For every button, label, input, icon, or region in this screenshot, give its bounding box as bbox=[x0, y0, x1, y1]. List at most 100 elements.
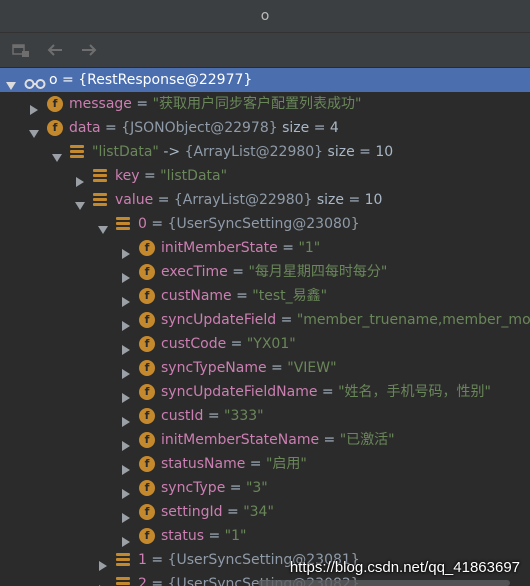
tree-row-text: o = {RestResponse@22977} bbox=[49, 68, 252, 92]
collapse-arrow-icon[interactable] bbox=[6, 75, 16, 90]
operator: = bbox=[226, 336, 247, 352]
expand-arrow-icon[interactable] bbox=[121, 243, 131, 259]
expand-arrow-icon[interactable] bbox=[29, 99, 39, 115]
variable-value: "姓名，手机号码，性别" bbox=[338, 384, 491, 400]
tree-row-text: syncUpdateFieldName = "姓名，手机号码，性别" bbox=[161, 380, 491, 404]
tree-row[interactable]: value = {ArrayList@22980} size = 10 bbox=[0, 188, 530, 212]
collapse-arrow-icon[interactable] bbox=[52, 147, 62, 162]
tree-row[interactable]: f syncType = "3" bbox=[0, 476, 530, 500]
variable-value: "listData" bbox=[160, 168, 228, 184]
tree-row[interactable]: f syncUpdateField = "member_truename,memb… bbox=[0, 308, 530, 332]
tree-row[interactable]: f settingId = "34" bbox=[0, 500, 530, 524]
collapse-arrow-icon[interactable] bbox=[98, 219, 108, 234]
variable-type: {ArrayList@22980} bbox=[173, 192, 313, 208]
tree-row-text: value = {ArrayList@22980} size = 10 bbox=[115, 188, 382, 212]
list-item-icon bbox=[116, 577, 130, 586]
tree-row[interactable]: f custCode = "YX01" bbox=[0, 332, 530, 356]
variable-name: "listData" bbox=[92, 144, 159, 160]
tree-row[interactable]: f custName = "test_易鑫" bbox=[0, 284, 530, 308]
operator: = bbox=[231, 288, 253, 304]
variable-name: initMemberStateName bbox=[161, 432, 320, 448]
operator: = bbox=[146, 576, 168, 586]
variable-value: "1" bbox=[224, 528, 247, 544]
restore-layout-icon[interactable] bbox=[10, 39, 32, 61]
variable-name: key bbox=[115, 168, 140, 184]
back-arrow-icon[interactable] bbox=[44, 39, 66, 61]
expand-arrow-icon[interactable] bbox=[121, 483, 131, 499]
expand-arrow-icon[interactable] bbox=[121, 267, 131, 283]
field-icon: f bbox=[139, 240, 155, 256]
variables-tree[interactable]: o = {RestResponse@22977} f message = "获取用户… bbox=[0, 67, 530, 586]
collection-size: size = 10 bbox=[323, 144, 394, 160]
tree-row[interactable]: key = "listData" bbox=[0, 164, 530, 188]
field-icon: f bbox=[139, 528, 155, 544]
tree-row[interactable]: f message = "获取用户同步客户配置列表成功" bbox=[0, 92, 530, 116]
tree-row[interactable]: f data = {JSONObject@22978} size = 4 bbox=[0, 116, 530, 140]
horizontal-scrollbar[interactable] bbox=[258, 580, 510, 586]
tree-row-text: initMemberState = "1" bbox=[161, 236, 320, 260]
operator: = bbox=[146, 216, 168, 232]
field-icon: f bbox=[139, 408, 155, 424]
tree-row[interactable]: f statusName = "启用" bbox=[0, 452, 530, 476]
expand-arrow-icon[interactable] bbox=[121, 435, 131, 451]
expand-arrow-icon[interactable] bbox=[121, 315, 131, 331]
variable-name: message bbox=[69, 96, 132, 112]
variable-name: data bbox=[69, 120, 101, 136]
list-item-icon bbox=[93, 193, 107, 207]
field-icon: f bbox=[139, 456, 155, 472]
operator: = bbox=[227, 264, 249, 280]
variable-name: status bbox=[161, 528, 205, 544]
tree-row[interactable]: f syncUpdateFieldName = "姓名，手机号码，性别" bbox=[0, 380, 530, 404]
expand-arrow-icon[interactable] bbox=[121, 339, 131, 355]
collapse-arrow-icon[interactable] bbox=[29, 123, 39, 138]
tree-row[interactable]: "listData" -> {ArrayList@22980} size = 1… bbox=[0, 140, 530, 164]
list-item-icon bbox=[93, 169, 107, 183]
list-item-icon bbox=[116, 217, 130, 231]
variable-name: custCode bbox=[161, 336, 227, 352]
tree-row[interactable]: o = {RestResponse@22977} bbox=[0, 68, 530, 92]
operator: = bbox=[57, 72, 79, 88]
expand-arrow-icon[interactable] bbox=[121, 363, 131, 379]
tree-row[interactable]: f initMemberState = "1" bbox=[0, 236, 530, 260]
tree-row-text: data = {JSONObject@22978} size = 4 bbox=[69, 116, 339, 140]
variable-name: execTime bbox=[161, 264, 228, 280]
tree-row[interactable]: f syncTypeName = "VIEW" bbox=[0, 356, 530, 380]
variable-name: 2 bbox=[138, 576, 147, 586]
operator: = bbox=[317, 384, 339, 400]
expand-arrow-icon[interactable] bbox=[121, 531, 131, 547]
tree-row[interactable]: f custId = "333" bbox=[0, 404, 530, 428]
tree-row-text: execTime = "每月星期四每时每分" bbox=[161, 260, 387, 284]
expand-arrow-icon[interactable] bbox=[98, 555, 108, 571]
expand-arrow-icon[interactable] bbox=[121, 291, 131, 307]
tree-row[interactable]: f status = "1" bbox=[0, 524, 530, 548]
variable-value: "member_truename,member_mobile" bbox=[296, 312, 530, 328]
expand-arrow-icon[interactable] bbox=[121, 507, 131, 523]
expand-arrow-icon[interactable] bbox=[121, 411, 131, 427]
variable-value: "34" bbox=[243, 504, 274, 520]
tree-row[interactable]: f initMemberStateName = "已激活" bbox=[0, 428, 530, 452]
variable-name: syncTypeName bbox=[161, 360, 267, 376]
tree-row-text: key = "listData" bbox=[115, 164, 227, 188]
field-icon: f bbox=[139, 432, 155, 448]
collapse-arrow-icon[interactable] bbox=[75, 195, 85, 210]
operator: = bbox=[203, 408, 225, 424]
expand-arrow-icon[interactable] bbox=[75, 171, 85, 187]
operator: -> bbox=[158, 144, 185, 160]
expand-arrow-icon[interactable] bbox=[98, 579, 108, 586]
variable-name: custName bbox=[161, 288, 232, 304]
tree-row-text: custName = "test_易鑫" bbox=[161, 284, 327, 308]
variable-value: "YX01" bbox=[246, 336, 296, 352]
field-icon: f bbox=[47, 96, 63, 112]
tree-row[interactable]: f execTime = "每月星期四每时每分" bbox=[0, 260, 530, 284]
window-title: o bbox=[0, 0, 530, 33]
field-icon: f bbox=[139, 336, 155, 352]
operator: = bbox=[131, 96, 153, 112]
operator: = bbox=[319, 432, 340, 448]
variable-name: 0 bbox=[138, 216, 147, 232]
tree-row[interactable]: 0 = {UserSyncSetting@23080} bbox=[0, 212, 530, 236]
forward-arrow-icon[interactable] bbox=[78, 39, 100, 61]
expand-arrow-icon[interactable] bbox=[121, 459, 131, 475]
variable-name: 1 bbox=[138, 552, 147, 568]
expand-arrow-icon[interactable] bbox=[121, 387, 131, 403]
variable-name: initMemberState bbox=[161, 240, 278, 256]
